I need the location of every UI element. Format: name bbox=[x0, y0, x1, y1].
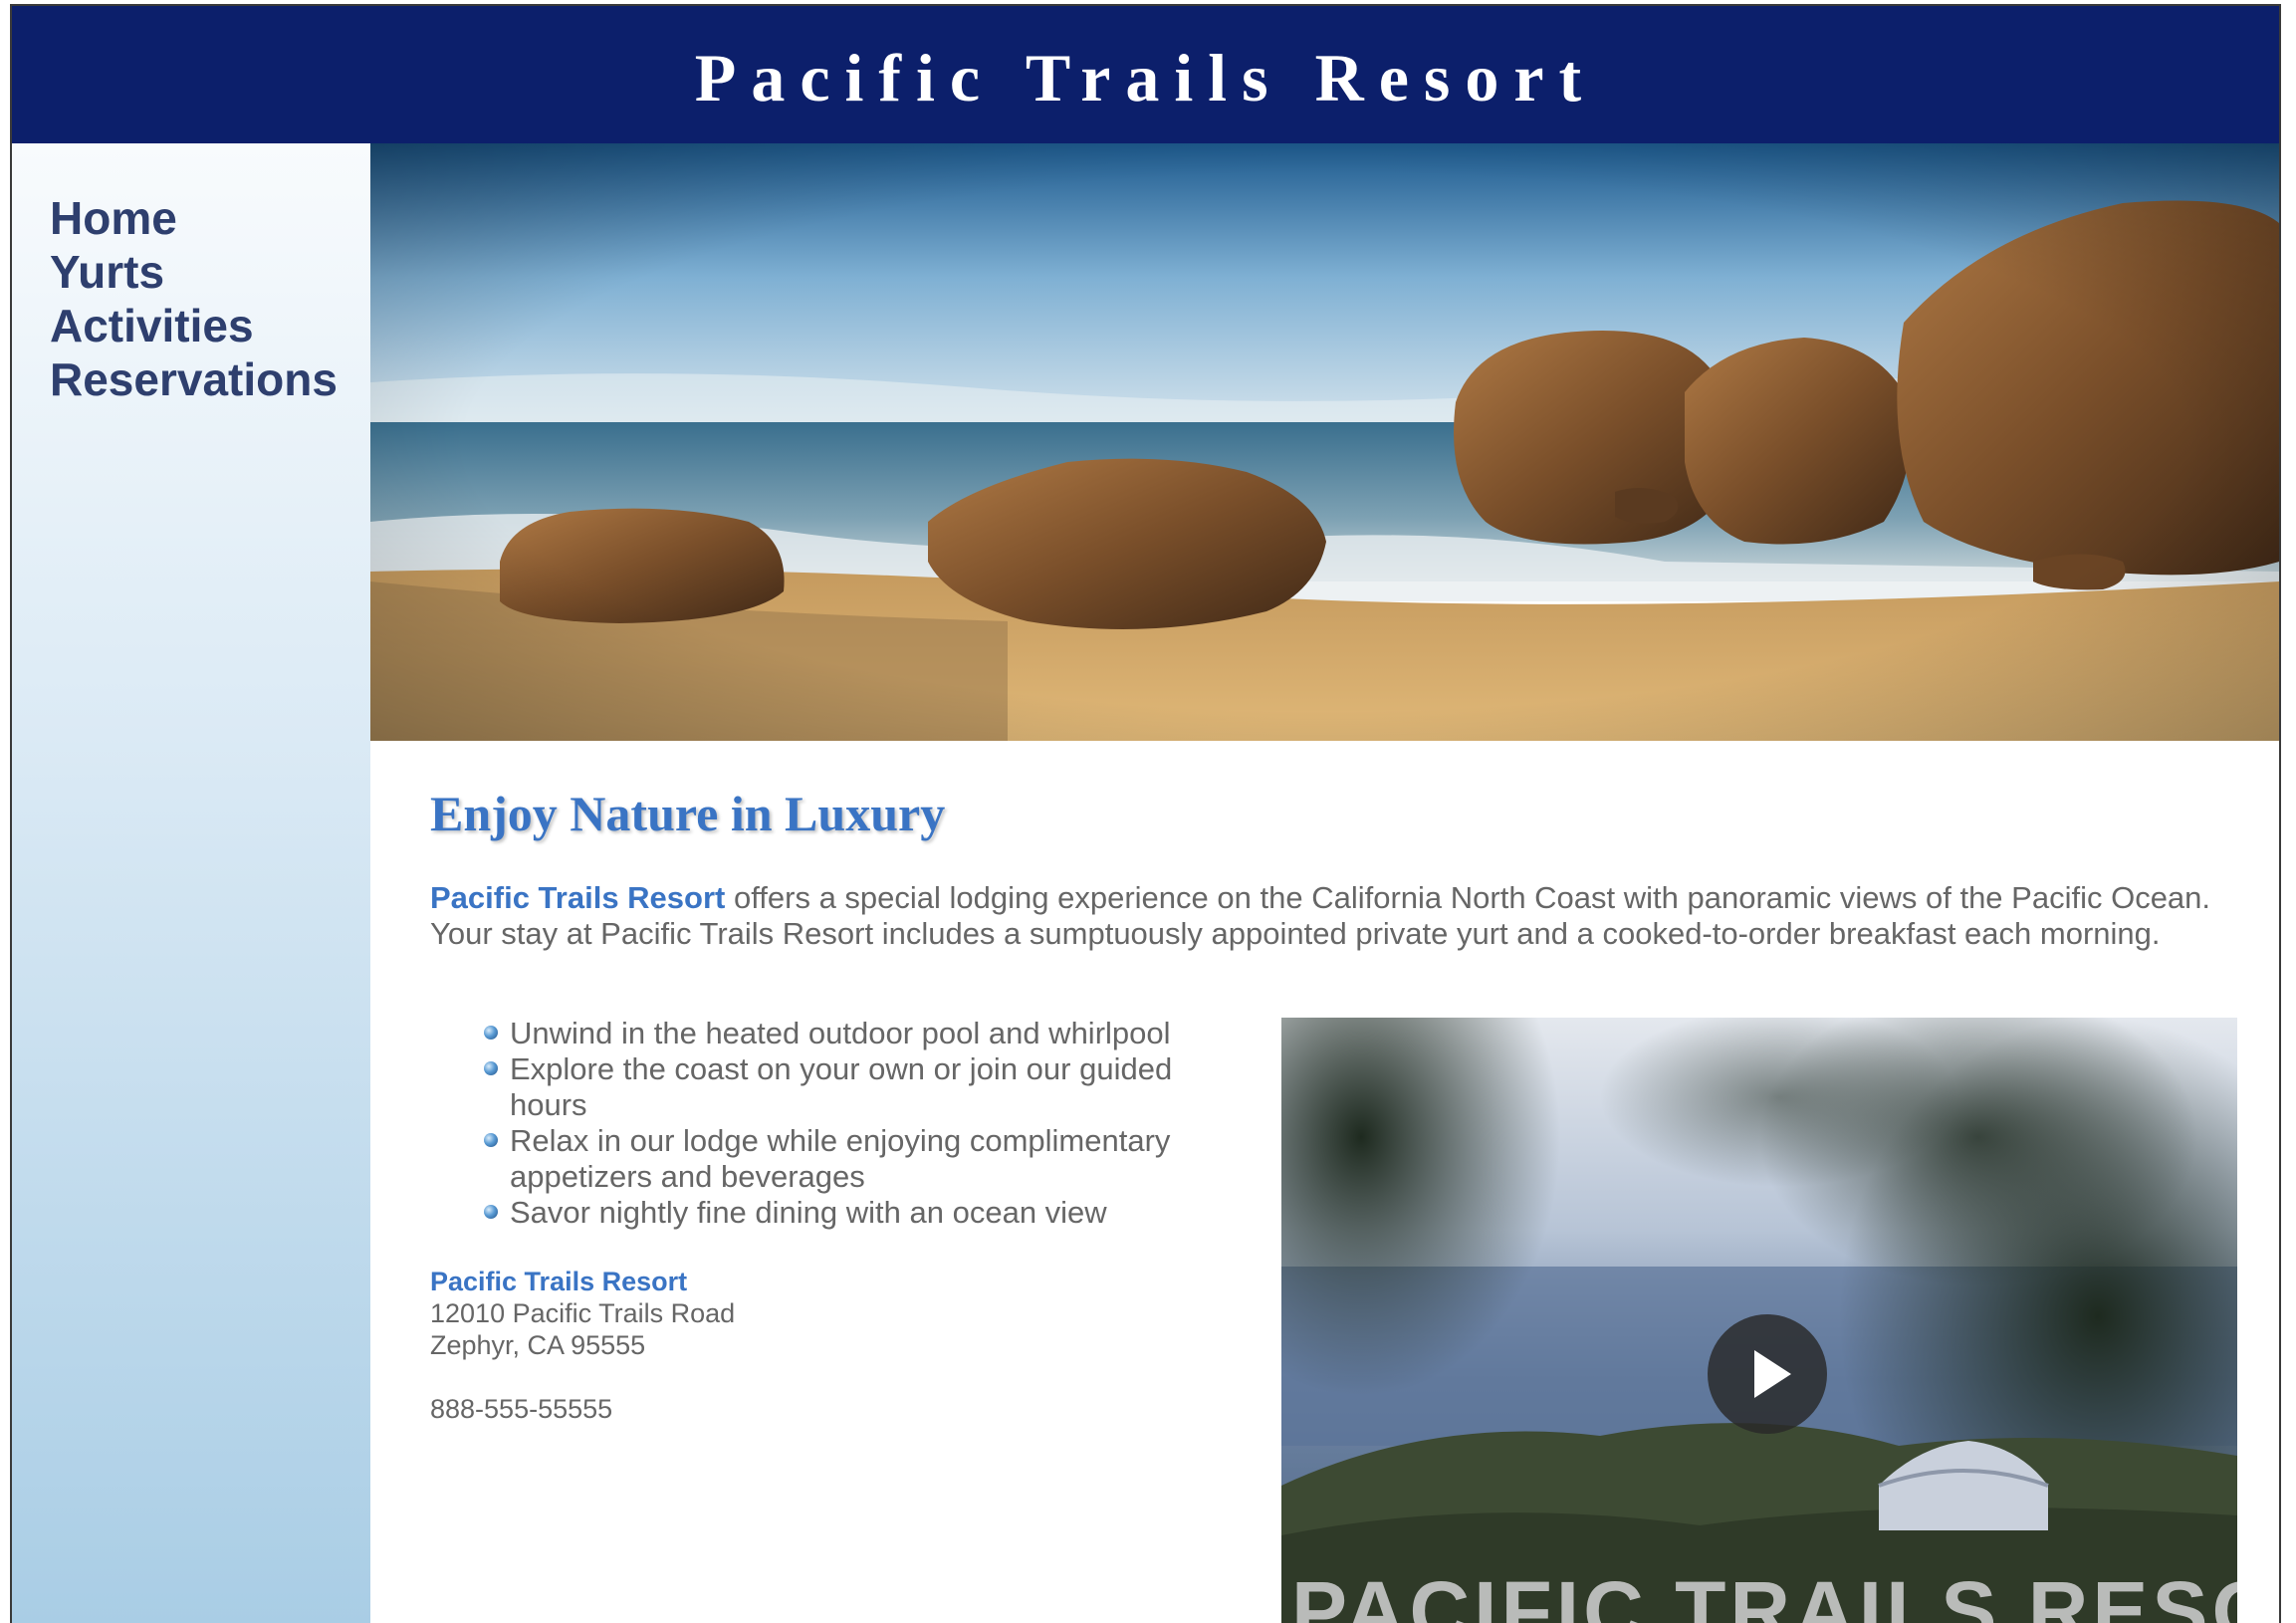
list-item: Unwind in the heated outdoor pool and wh… bbox=[430, 1016, 1247, 1051]
list-item: Savor nightly fine dining with an ocean … bbox=[430, 1195, 1247, 1231]
feature-text: Explore the coast on your own or join ou… bbox=[510, 1051, 1173, 1122]
address-city: Zephyr, CA 95555 bbox=[430, 1330, 646, 1360]
feature-text: Unwind in the heated outdoor pool and wh… bbox=[510, 1016, 1171, 1050]
feature-text: Relax in our lodge while enjoying compli… bbox=[510, 1123, 1171, 1194]
bullet-icon bbox=[484, 1133, 498, 1147]
play-icon bbox=[1754, 1350, 1791, 1398]
page: Pacific Trails Resort Home Yurts Activit… bbox=[10, 4, 2281, 1623]
page-heading: Enjoy Nature in Luxury bbox=[430, 786, 946, 841]
intro-brand-name: Pacific Trails Resort bbox=[430, 880, 726, 915]
sidebar: Home Yurts Activities Reservations bbox=[12, 143, 370, 1623]
intro-paragraph: Pacific Trails Resort offers a special l… bbox=[430, 880, 2252, 952]
bullet-icon bbox=[484, 1026, 498, 1040]
video-player[interactable]: PACIFIC TRAILS RESORT bbox=[1281, 1018, 2237, 1623]
list-item: Explore the coast on your own or join ou… bbox=[430, 1051, 1247, 1123]
phone-number: 888-555-55555 bbox=[430, 1394, 613, 1424]
bullet-icon bbox=[484, 1061, 498, 1075]
nav-yurts-link[interactable]: Yurts bbox=[50, 245, 338, 299]
address-street: 12010 Pacific Trails Road bbox=[430, 1298, 736, 1328]
feature-text: Savor nightly fine dining with an ocean … bbox=[510, 1195, 1107, 1230]
bullet-icon bbox=[484, 1205, 498, 1219]
address-block: Pacific Trails Resort 12010 Pacific Trai… bbox=[430, 1266, 735, 1425]
address-name: Pacific Trails Resort bbox=[430, 1267, 688, 1296]
nav-home-link[interactable]: Home bbox=[50, 191, 338, 245]
video-overlay-text: PACIFIC TRAILS RESORT bbox=[1291, 1564, 2237, 1623]
nav-activities-link[interactable]: Activities bbox=[50, 299, 338, 352]
feature-list: Unwind in the heated outdoor pool and wh… bbox=[430, 1016, 1247, 1231]
play-button[interactable] bbox=[1708, 1314, 1827, 1434]
list-item: Relax in our lodge while enjoying compli… bbox=[430, 1123, 1247, 1195]
site-title: Pacific Trails Resort bbox=[694, 40, 1597, 116]
site-header: Pacific Trails Resort bbox=[12, 6, 2279, 143]
nav-reservations-link[interactable]: Reservations bbox=[50, 352, 338, 406]
beach-scene-image bbox=[370, 143, 2279, 741]
main-nav: Home Yurts Activities Reservations bbox=[50, 191, 338, 406]
hero-image bbox=[370, 143, 2279, 741]
main-content: Enjoy Nature in Luxury Pacific Trails Re… bbox=[430, 781, 2252, 952]
